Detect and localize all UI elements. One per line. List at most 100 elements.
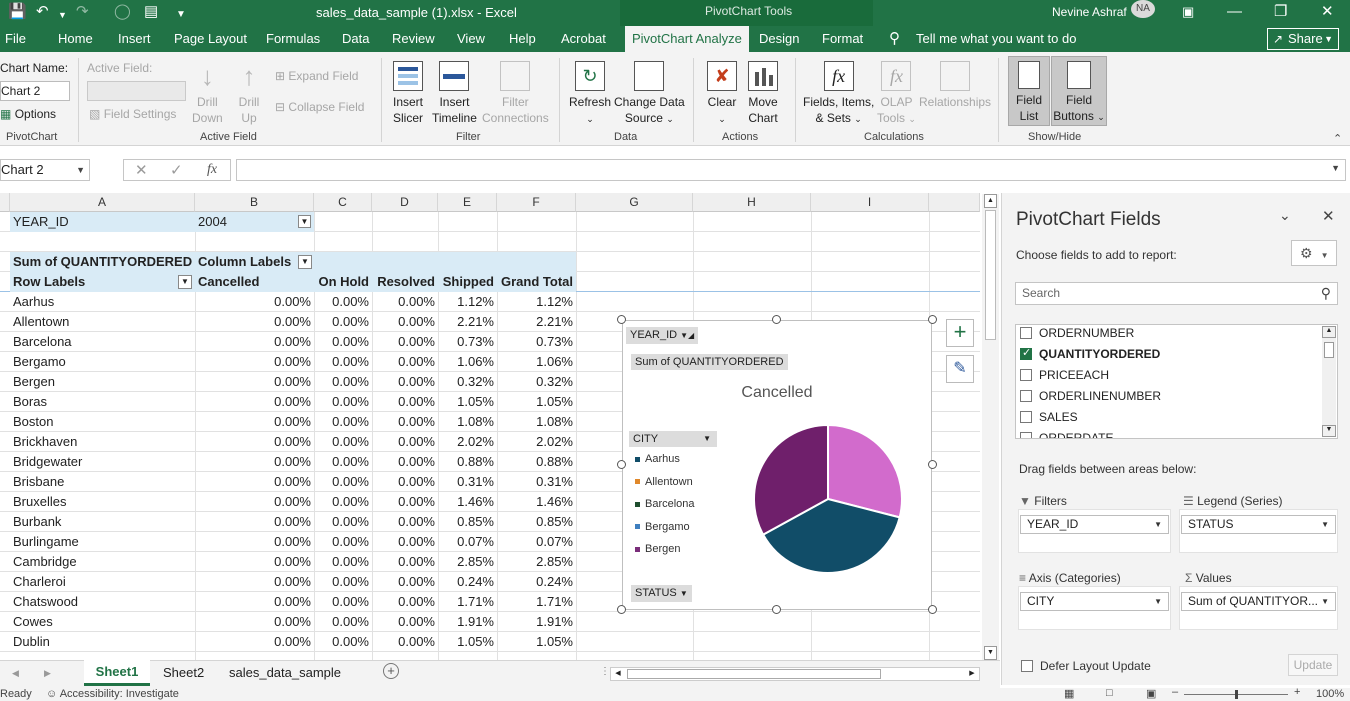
zoom-slider[interactable]: [1184, 690, 1288, 699]
value-cell[interactable]: 1.08%: [438, 412, 497, 432]
value-cell[interactable]: 0.00%: [372, 412, 438, 432]
form-icon[interactable]: ▤: [144, 3, 158, 21]
value-cell[interactable]: 0.00%: [195, 472, 314, 492]
zoom-in-icon[interactable]: +: [1294, 686, 1300, 698]
pie-plot[interactable]: [748, 419, 908, 579]
value-cell[interactable]: 0.00%: [314, 632, 372, 652]
value-cell[interactable]: 0.31%: [497, 472, 576, 492]
chart-name-input[interactable]: Chart 2: [0, 81, 70, 101]
measure-header[interactable]: Sum of QUANTITYORDERED: [10, 252, 195, 272]
row-label-cell[interactable]: Bridgewater: [10, 452, 195, 472]
row-label-cell[interactable]: Charleroi: [10, 572, 195, 592]
value-cell[interactable]: 0.00%: [372, 472, 438, 492]
field-checkbox[interactable]: [1020, 411, 1032, 423]
value-cell[interactable]: 2.02%: [438, 432, 497, 452]
value-cell[interactable]: 0.00%: [195, 332, 314, 352]
value-cell[interactable]: 0.85%: [438, 512, 497, 532]
value-cell[interactable]: 1.05%: [438, 392, 497, 412]
redo-icon[interactable]: ↷: [76, 3, 89, 21]
zoom-slider-thumb[interactable]: [1235, 690, 1238, 699]
field-item[interactable]: ORDERNUMBER: [1020, 326, 1134, 340]
normal-view-icon[interactable]: ▦: [1064, 687, 1074, 700]
undo-icon[interactable]: ↶: [36, 3, 49, 21]
field-list-scrollbar[interactable]: ▲ ▼: [1322, 326, 1336, 437]
column-labels-header[interactable]: Column Labels ▼: [195, 252, 576, 272]
chart-elements-plus-icon[interactable]: +: [946, 319, 974, 347]
tab-page-layout[interactable]: Page Layout: [174, 26, 247, 52]
value-cell[interactable]: 0.00%: [372, 552, 438, 572]
value-cell[interactable]: 0.00%: [195, 612, 314, 632]
value-cell[interactable]: 0.00%: [314, 332, 372, 352]
value-cell[interactable]: 1.12%: [497, 292, 576, 312]
sheet-tab-sheet2[interactable]: Sheet2: [163, 665, 204, 680]
value-cell[interactable]: 0.07%: [438, 532, 497, 552]
field-checkbox[interactable]: ✓: [1020, 347, 1032, 360]
value-cell[interactable]: 0.00%: [314, 532, 372, 552]
value-cell[interactable]: 1.08%: [497, 412, 576, 432]
row-label-cell[interactable]: Cambridge: [10, 552, 195, 572]
value-cell[interactable]: 0.00%: [372, 392, 438, 412]
field-list-button[interactable]: Field List: [1008, 56, 1050, 126]
col-header-d[interactable]: D: [372, 193, 438, 212]
expand-formula-icon[interactable]: ▼: [1331, 163, 1340, 173]
collapse-field-button[interactable]: ⊟ Collapse Field: [275, 100, 364, 114]
update-button[interactable]: Update: [1288, 654, 1338, 676]
enter-icon[interactable]: ✓: [170, 161, 183, 179]
header-resolved[interactable]: Resolved: [372, 272, 438, 292]
value-cell[interactable]: 0.32%: [497, 372, 576, 392]
value-cell[interactable]: 1.12%: [438, 292, 497, 312]
legend-field-dropdown[interactable]: STATUS ▼: [1181, 515, 1336, 534]
value-cell[interactable]: 0.00%: [195, 532, 314, 552]
resize-handle[interactable]: [772, 605, 781, 614]
col-header-h[interactable]: H: [693, 193, 811, 212]
field-buttons-button[interactable]: Field Buttons ⌄: [1051, 56, 1107, 126]
tab-splitter-icon[interactable]: ⋮: [600, 666, 610, 677]
chart-filter-button[interactable]: YEAR_ID ▼◢: [626, 327, 699, 344]
value-cell[interactable]: 0.00%: [195, 392, 314, 412]
field-checkbox[interactable]: [1020, 369, 1032, 381]
customize-toolbar-icon[interactable]: ▼: [176, 6, 186, 24]
row-label-cell[interactable]: Bruxelles: [10, 492, 195, 512]
row-label-cell[interactable]: Brickhaven: [10, 432, 195, 452]
row-label-cell[interactable]: Allentown: [10, 312, 195, 332]
value-cell[interactable]: 0.73%: [438, 332, 497, 352]
value-cell[interactable]: 2.85%: [438, 552, 497, 572]
tab-data[interactable]: Data: [342, 26, 369, 52]
value-cell[interactable]: 0.00%: [195, 492, 314, 512]
insert-slicer-button[interactable]: Insert Slicer: [393, 61, 423, 126]
tell-me-search[interactable]: Tell me what you want to do: [916, 26, 1076, 52]
col-header-c[interactable]: C: [314, 193, 372, 212]
field-item[interactable]: ✓ QUANTITYORDERED: [1020, 347, 1160, 361]
avatar[interactable]: NA: [1131, 0, 1155, 18]
close-icon[interactable]: ✕: [1321, 3, 1334, 21]
value-cell[interactable]: 0.31%: [438, 472, 497, 492]
tab-file[interactable]: File: [5, 26, 26, 52]
chart-values-button[interactable]: Sum of QUANTITYORDERED: [631, 354, 788, 370]
value-cell[interactable]: 0.88%: [438, 452, 497, 472]
col-header-f[interactable]: F: [497, 193, 576, 212]
value-cell[interactable]: 0.00%: [372, 612, 438, 632]
value-cell[interactable]: 1.05%: [497, 392, 576, 412]
col-header-g[interactable]: G: [576, 193, 693, 212]
sheet-tab-sheet1[interactable]: Sheet1: [84, 660, 150, 686]
value-cell[interactable]: 1.46%: [438, 492, 497, 512]
horizontal-scrollbar[interactable]: ◀ ▶: [610, 667, 980, 681]
row-label-cell[interactable]: Chatswood: [10, 592, 195, 612]
row-label-cell[interactable]: Cowes: [10, 612, 195, 632]
value-cell[interactable]: 0.00%: [314, 312, 372, 332]
value-cell[interactable]: 0.00%: [372, 372, 438, 392]
tab-insert[interactable]: Insert: [118, 26, 151, 52]
field-search-input[interactable]: Search ⚲: [1015, 282, 1338, 305]
olap-tools-button[interactable]: fx OLAP Tools ⌄: [877, 61, 916, 127]
value-cell[interactable]: 0.00%: [195, 452, 314, 472]
row-label-cell[interactable]: Bergamo: [10, 352, 195, 372]
filter-connections-button[interactable]: Filter Connections: [482, 61, 549, 126]
value-cell[interactable]: 0.00%: [372, 532, 438, 552]
row-label-cell[interactable]: Burlingame: [10, 532, 195, 552]
value-cell[interactable]: 2.21%: [438, 312, 497, 332]
legend-entry[interactable]: Allentown: [635, 476, 693, 488]
col-header-blank[interactable]: [929, 193, 980, 212]
chart-styles-brush-icon[interactable]: ✎: [946, 355, 974, 383]
value-cell[interactable]: 0.00%: [372, 452, 438, 472]
new-sheet-plus-icon[interactable]: +: [383, 663, 399, 679]
